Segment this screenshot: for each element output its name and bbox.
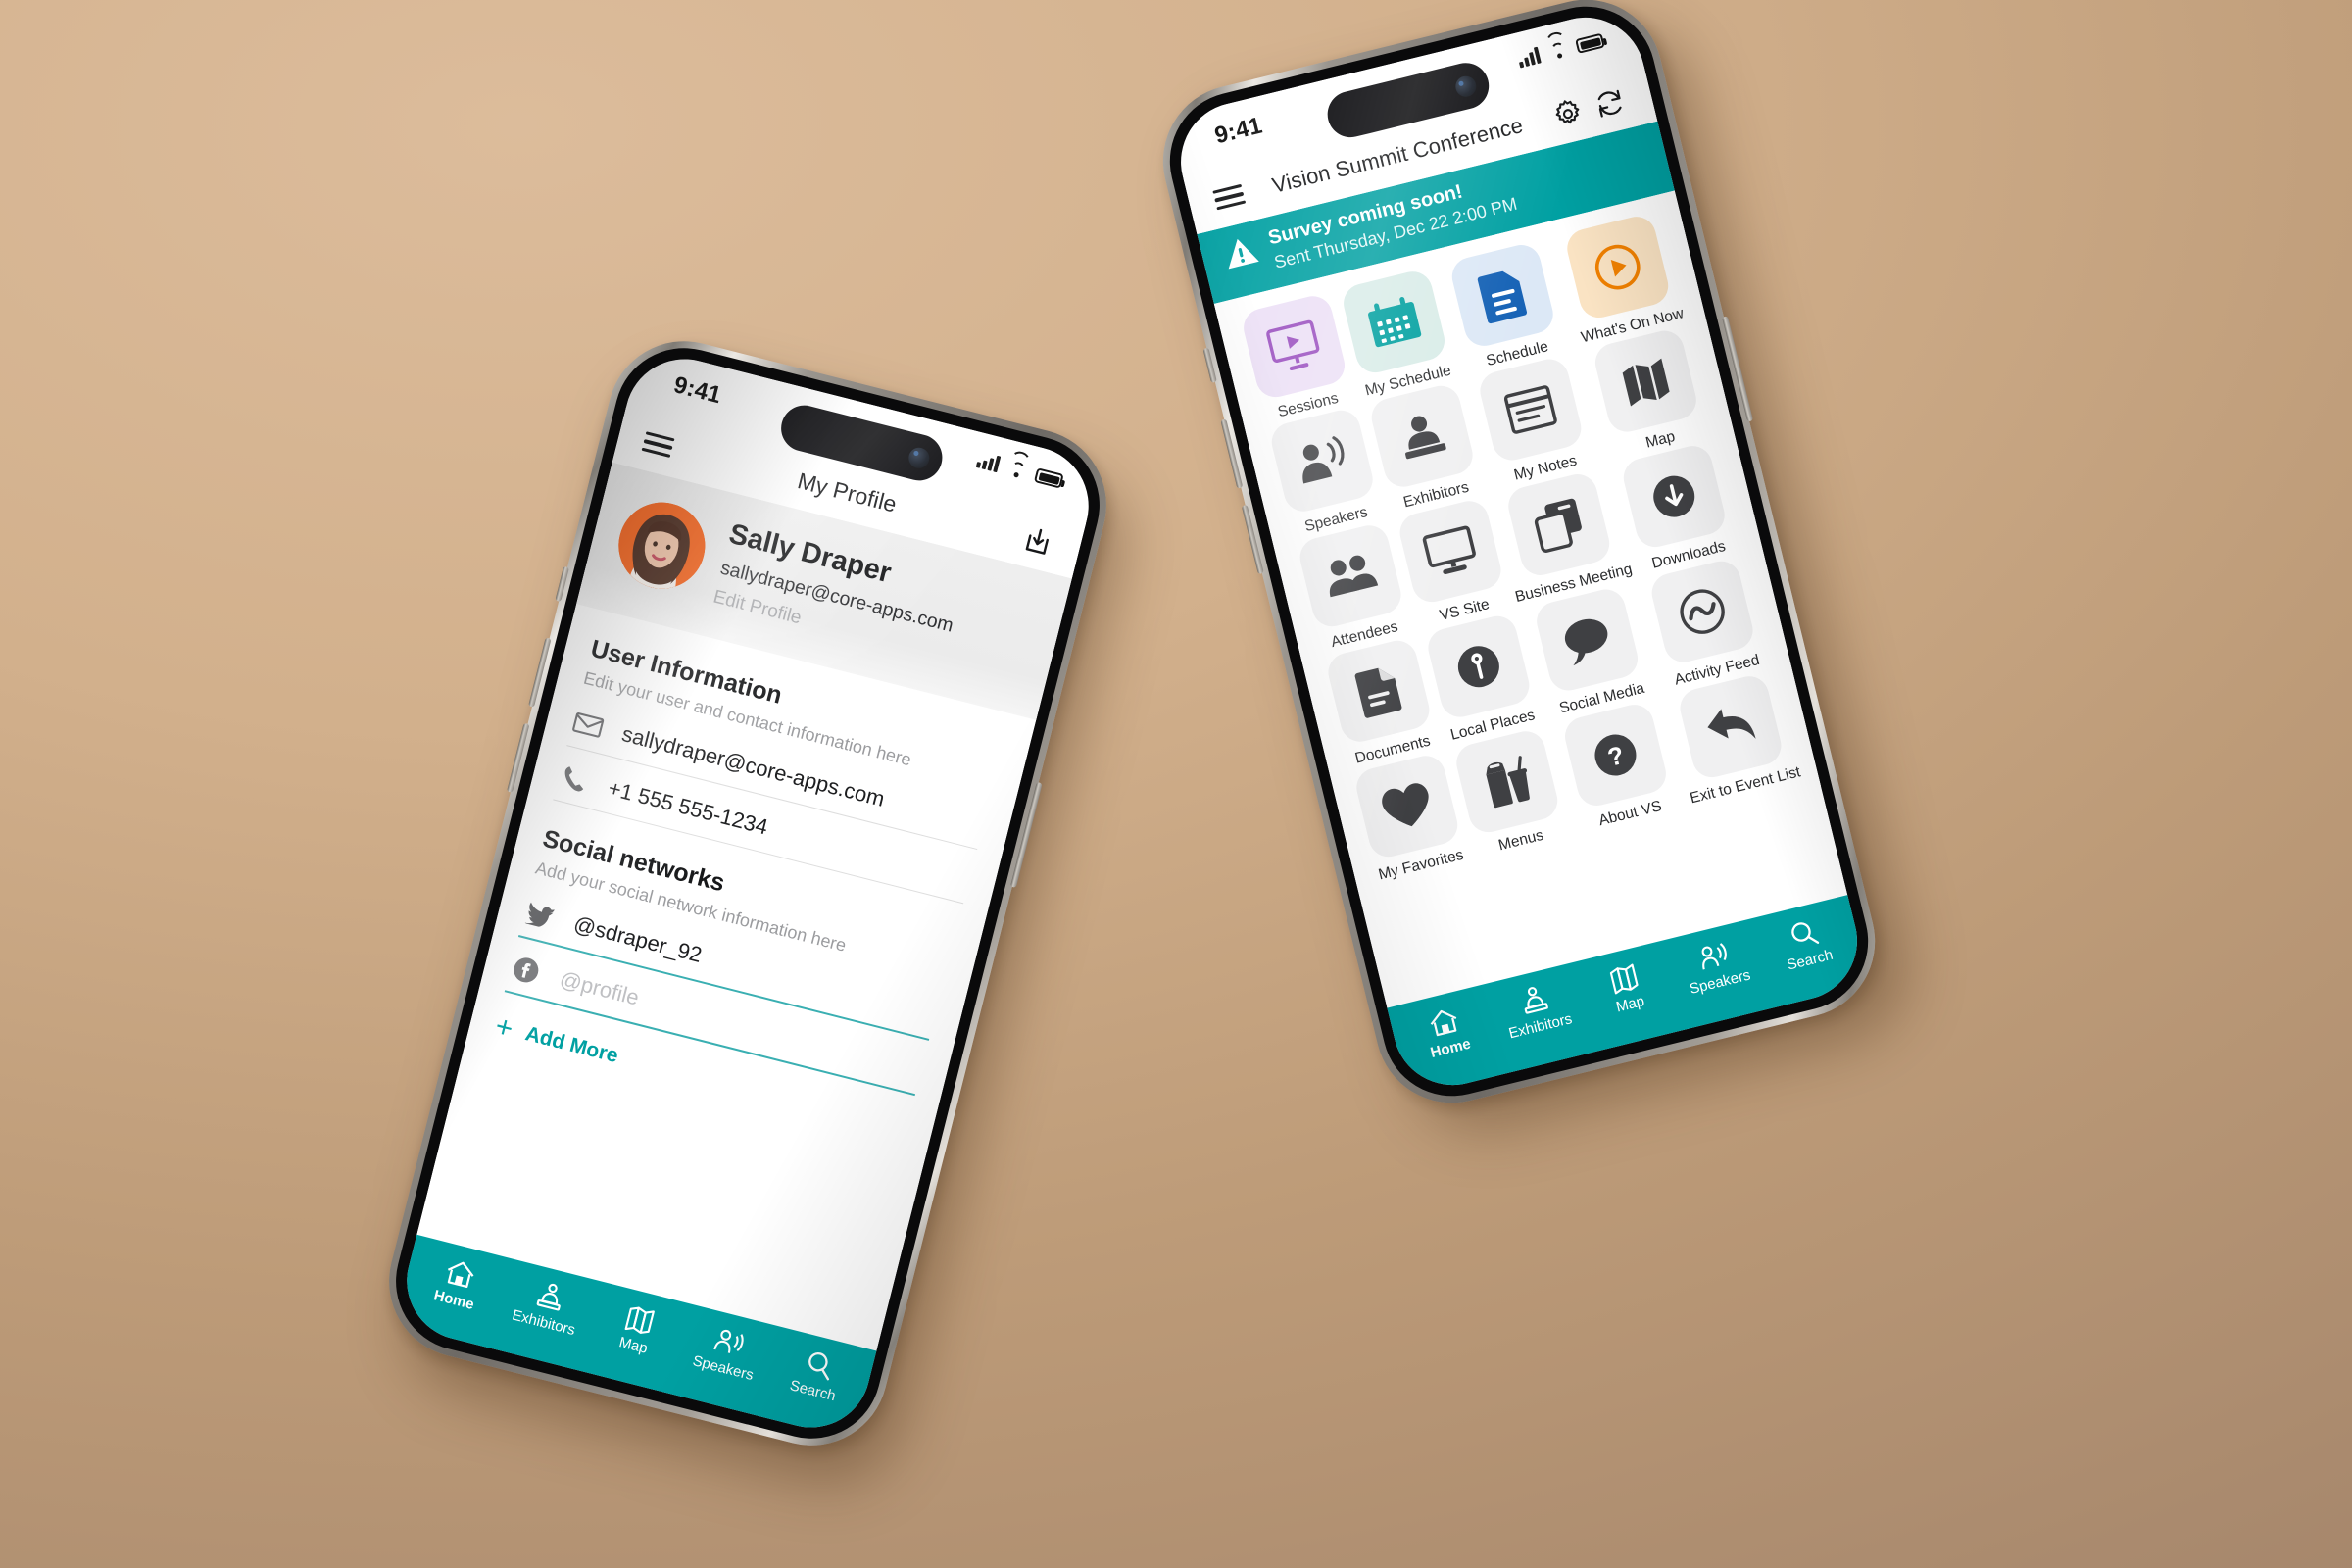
document-folded-icon xyxy=(1323,636,1434,746)
nav-label: Speakers xyxy=(1688,966,1753,999)
battery-full-icon xyxy=(1575,32,1605,54)
download-circle-icon xyxy=(1619,442,1730,552)
nav-item-speakers[interactable]: Speakers xyxy=(676,1317,778,1388)
cellular-bars-icon xyxy=(975,451,1002,473)
calendar-icon xyxy=(1339,267,1448,376)
activity-wave-icon xyxy=(1647,557,1757,666)
plus-icon: + xyxy=(491,1009,516,1047)
speaker-person-icon xyxy=(1267,407,1377,516)
nav-item-speakers[interactable]: Speakers xyxy=(1665,932,1767,1002)
envelope-icon xyxy=(570,710,606,739)
desktop-monitor-icon xyxy=(1396,497,1505,607)
nav-item-home[interactable]: Home xyxy=(1396,998,1497,1067)
question-circle-icon: ? xyxy=(1561,700,1671,809)
people-group-icon xyxy=(1296,521,1405,631)
add-more-label: Add More xyxy=(522,1022,621,1068)
nav-item-map[interactable]: Map xyxy=(1576,954,1678,1023)
grid-item-my-notes[interactable]: My Notes xyxy=(1462,352,1606,492)
phone-icon xyxy=(556,762,592,795)
refresh-sync-icon[interactable] xyxy=(1590,83,1630,123)
mockup-stage: 9:41 My Profile Sally Draper sallydraper… xyxy=(0,0,2352,1568)
gear-icon[interactable] xyxy=(1547,94,1588,134)
map-folded-icon xyxy=(1592,326,1701,437)
nav-label: Speakers xyxy=(690,1352,756,1385)
nav-item-home[interactable]: Home xyxy=(407,1250,509,1320)
nav-item-exhibitors[interactable]: Exhibitors xyxy=(497,1272,599,1343)
home-icon-grid: Sessions My Schedule Schedule What's On … xyxy=(1213,190,1822,900)
map-pin-circle-icon xyxy=(1423,612,1534,721)
nav-item-search[interactable]: Search xyxy=(1755,909,1857,979)
grid-item-whats-on-now[interactable]: What's On Now xyxy=(1552,210,1690,348)
grid-item-label: Menus xyxy=(1496,826,1545,855)
wifi-icon xyxy=(1005,449,1032,480)
two-cards-icon xyxy=(1504,469,1614,580)
play-circle-icon xyxy=(1563,212,1673,321)
document-lines-icon xyxy=(1447,240,1558,350)
phone-right-home: 9:41 Vision Summit Conference Survey com… xyxy=(1147,0,1891,1119)
hamburger-menu-icon[interactable] xyxy=(1212,183,1247,211)
cellular-bars-icon xyxy=(1516,46,1542,69)
notes-icon xyxy=(1476,355,1586,465)
nav-label: Home xyxy=(1428,1035,1473,1062)
grid-item-social-media[interactable]: Social Media xyxy=(1519,582,1663,722)
back-arrow-icon xyxy=(1676,671,1786,781)
exhibitor-booth-icon xyxy=(1367,381,1477,492)
grid-item-schedule[interactable]: Schedule xyxy=(1434,237,1578,377)
left-screen: 9:41 My Profile Sally Draper sallydraper… xyxy=(394,346,1102,1441)
food-drink-icon xyxy=(1451,726,1561,837)
wifi-icon xyxy=(1544,29,1569,62)
heart-icon xyxy=(1351,751,1461,861)
nav-label: Exhibitors xyxy=(510,1306,577,1340)
nav-label: Exhibitors xyxy=(1506,1010,1574,1043)
grid-item-label: Map xyxy=(1643,428,1678,452)
nav-item-map[interactable]: Map xyxy=(586,1295,688,1365)
monitor-play-icon xyxy=(1239,291,1348,401)
grid-item-downloads[interactable]: Downloads xyxy=(1609,439,1746,577)
save-to-tray-icon[interactable] xyxy=(1018,520,1058,561)
grid-item-map[interactable]: Map xyxy=(1581,324,1718,463)
nav-label: Map xyxy=(1614,993,1646,1016)
grid-item-activity-feed[interactable]: Activity Feed xyxy=(1637,555,1774,693)
phone-left-profile: 9:41 My Profile Sally Draper sallydraper… xyxy=(372,324,1123,1462)
nav-label: Map xyxy=(617,1334,650,1357)
status-time: 9:41 xyxy=(670,371,724,410)
facebook-icon xyxy=(508,954,544,986)
nav-item-search[interactable]: Search xyxy=(765,1340,867,1410)
right-screen: 9:41 Vision Summit Conference Survey com… xyxy=(1168,5,1870,1098)
facebook-field-placeholder: @profile xyxy=(557,966,642,1010)
warning-triangle-icon xyxy=(1221,233,1260,270)
nav-label: Search xyxy=(788,1377,838,1405)
nav-item-exhibitors[interactable]: Exhibitors xyxy=(1486,976,1588,1046)
battery-full-icon xyxy=(1033,467,1064,489)
status-time: 9:41 xyxy=(1211,112,1265,150)
grid-item-about-vs[interactable]: ? About VS xyxy=(1546,697,1690,837)
speech-bubble-icon xyxy=(1533,585,1642,695)
grid-item-business-meeting[interactable]: Business Meeting xyxy=(1491,466,1635,607)
twitter-icon xyxy=(522,900,559,930)
nav-label: Home xyxy=(431,1287,476,1313)
user-avatar-photo[interactable] xyxy=(609,493,714,599)
grid-item-exit-to-event-list[interactable]: Exit to Event List xyxy=(1665,669,1802,808)
